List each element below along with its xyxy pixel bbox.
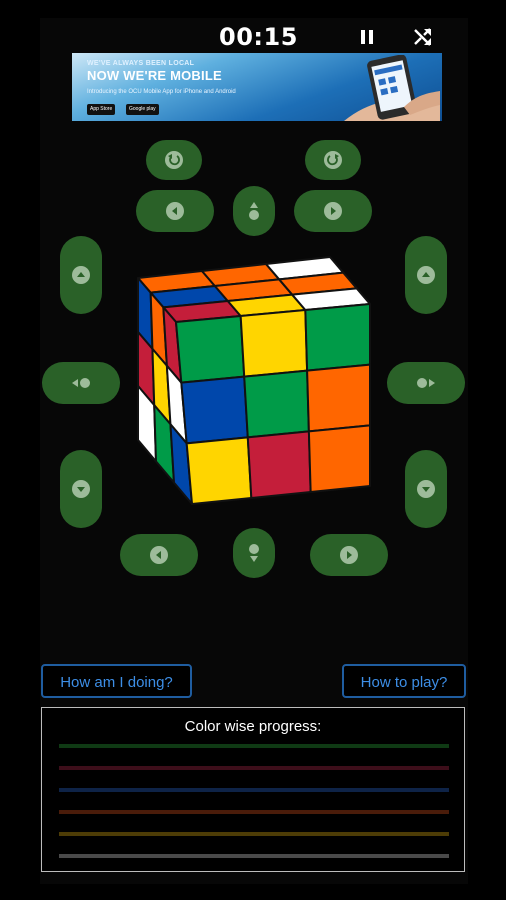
turn-left-up-button[interactable] — [60, 236, 102, 314]
front-face-sticker[interactable] — [185, 436, 253, 505]
turn-top-up-button[interactable] — [233, 186, 275, 236]
phone-in-hand-image — [344, 55, 440, 121]
arrow-right-icon — [340, 546, 358, 564]
ad-line-3: Introducing the OCU Mobile App for iPhon… — [87, 89, 236, 95]
ad-banner[interactable]: WE'VE ALWAYS BEEN LOCAL NOW WE'RE MOBILE… — [72, 53, 442, 121]
rotate-cw-button[interactable] — [305, 140, 361, 180]
how-am-i-doing-button[interactable]: How am I doing? — [41, 664, 192, 698]
front-face-sticker[interactable] — [239, 309, 309, 378]
rubiks-cube[interactable] — [130, 252, 380, 508]
front-face-sticker[interactable] — [306, 363, 371, 433]
turn-right-up-button[interactable] — [405, 236, 447, 314]
arrow-left-icon — [150, 546, 168, 564]
arrow-right-icon — [324, 202, 342, 220]
progress-bar-yellow — [59, 832, 449, 836]
arrow-right-icon — [417, 378, 435, 388]
arrow-down-icon — [72, 480, 90, 498]
rotate-ccw-button[interactable] — [146, 140, 202, 180]
rotate-ccw-icon — [165, 151, 183, 169]
progress-bar-white — [59, 854, 449, 858]
shuffle-icon[interactable] — [412, 26, 434, 48]
color-progress-panel: Color wise progress: — [41, 707, 465, 872]
front-face-sticker[interactable] — [243, 369, 310, 439]
arrow-up-icon — [72, 266, 90, 284]
timer: 00:15 — [219, 23, 298, 51]
turn-top-left-button[interactable] — [136, 190, 214, 232]
progress-bar-blue — [59, 788, 449, 792]
google-play-badge[interactable]: Google play — [126, 104, 159, 115]
rotate-cw-icon — [324, 151, 342, 169]
arrow-left-icon — [166, 202, 184, 220]
arrow-down-icon — [417, 480, 435, 498]
app-store-badge[interactable]: App Store — [87, 104, 116, 115]
turn-bottom-left-button[interactable] — [120, 534, 198, 576]
arrow-down-icon — [249, 544, 259, 562]
progress-bar-red — [59, 766, 449, 770]
arrow-up-icon — [417, 266, 435, 284]
arrow-left-icon — [72, 378, 90, 388]
turn-middle-right-button[interactable] — [387, 362, 465, 404]
turn-right-down-button[interactable] — [405, 450, 447, 528]
front-face-sticker[interactable] — [175, 315, 246, 384]
turn-top-right-button[interactable] — [294, 190, 372, 232]
turn-bottom-right-button[interactable] — [310, 534, 388, 576]
front-face-sticker[interactable] — [180, 375, 249, 445]
turn-middle-left-button[interactable] — [42, 362, 120, 404]
progress-title: Color wise progress: — [184, 718, 322, 735]
ad-line-2: NOW WE'RE MOBILE — [87, 68, 222, 83]
front-face-sticker[interactable] — [304, 303, 371, 372]
progress-bar-green — [59, 744, 449, 748]
front-face-sticker[interactable] — [246, 430, 312, 499]
progress-bar-orange — [59, 810, 449, 814]
turn-bottom-down-button[interactable] — [233, 528, 275, 578]
pause-icon[interactable] — [356, 26, 378, 48]
arrow-up-icon — [249, 202, 259, 220]
how-to-play-button[interactable]: How to play? — [342, 664, 466, 698]
ad-line-1: WE'VE ALWAYS BEEN LOCAL — [87, 60, 195, 67]
turn-left-down-button[interactable] — [60, 450, 102, 528]
front-face-sticker[interactable] — [307, 424, 371, 493]
